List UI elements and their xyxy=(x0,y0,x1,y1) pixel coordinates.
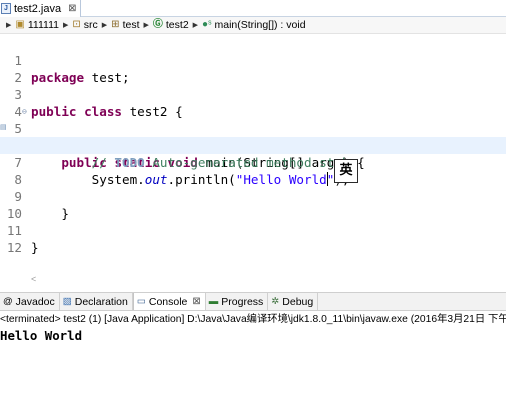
code-text: } xyxy=(31,240,39,255)
chevron-right-icon[interactable]: ▶ xyxy=(193,21,198,29)
debug-icon: ✲ xyxy=(271,296,280,307)
progress-icon: ▬ xyxy=(208,296,219,307)
tab-javadoc[interactable]: @ Javadoc xyxy=(0,293,60,310)
source-folder-icon: ⊡ xyxy=(72,19,81,30)
breadcrumb-item-method[interactable]: ●ˢ main(String[]) : void xyxy=(202,19,305,31)
code-line: 9 } xyxy=(0,171,506,221)
tab-label: Progress xyxy=(221,295,264,308)
ime-language-indicator[interactable]: 英 xyxy=(334,159,358,183)
code-line-current: 7 System.out.println("Hello World"); xyxy=(0,137,506,187)
code-line: 6 // TODO Auto-generated method stub xyxy=(0,120,506,170)
chevron-right-icon[interactable]: ▶ xyxy=(6,21,11,29)
chevron-right-icon[interactable]: ▶ xyxy=(63,21,68,29)
breadcrumb-item-src[interactable]: ⊡ src xyxy=(72,19,97,31)
code-editor[interactable]: ▤ 1 package test; 2 3 public class test2… xyxy=(0,34,506,272)
breadcrumb-label: test xyxy=(122,19,140,31)
tab-console[interactable]: ▭ Console ⊠ xyxy=(132,293,206,310)
breadcrumb-item-class[interactable]: Ⓖ test2 xyxy=(153,19,189,31)
declaration-icon: ▧ xyxy=(62,296,72,307)
tab-progress[interactable]: ▬ Progress xyxy=(206,293,269,310)
tab-label: Javadoc xyxy=(15,295,55,308)
editor-tab-bar: J test2.java ⊠ xyxy=(0,0,506,17)
editor-tab-test2[interactable]: J test2.java ⊠ xyxy=(0,0,82,17)
breadcrumb-item-project[interactable]: ▣ 111111 xyxy=(15,19,59,31)
scroll-left-icon[interactable]: < xyxy=(31,274,36,284)
views-tab-bar: @ Javadoc ▧ Declaration ▭ Console ⊠ ▬ Pr… xyxy=(0,292,506,311)
package-icon: ⊞ xyxy=(111,19,120,30)
console-process-header: <terminated> test2 (1) [Java Application… xyxy=(0,314,506,325)
code-line: 11 } xyxy=(0,205,506,255)
breadcrumb-item-package[interactable]: ⊞ test xyxy=(111,19,139,31)
java-file-icon: J xyxy=(1,3,11,14)
tab-label: Console xyxy=(148,295,188,308)
tab-debug[interactable]: ✲ Debug xyxy=(268,293,319,310)
horizontal-scrollbar[interactable]: < xyxy=(31,274,506,286)
project-icon: ▣ xyxy=(15,19,25,30)
console-icon: ▭ xyxy=(136,296,146,307)
line-number: 12 xyxy=(6,240,22,255)
fold-toggle-icon[interactable]: ⊖ xyxy=(22,103,27,120)
code-line: 12 xyxy=(0,222,506,255)
chevron-right-icon[interactable]: ▶ xyxy=(102,21,107,29)
class-icon: Ⓖ xyxy=(152,19,163,30)
close-icon[interactable]: ⊠ xyxy=(192,296,200,307)
code-line: 4 xyxy=(0,86,506,119)
editor-tab-label: test2.java xyxy=(14,2,62,15)
code-line: 5 ⊖ public static void main(String[] arg… xyxy=(0,103,506,170)
tab-label: Debug xyxy=(282,295,314,308)
code-line: 2 xyxy=(0,52,506,85)
javadoc-icon: @ xyxy=(3,296,13,307)
tab-declaration[interactable]: ▧ Declaration xyxy=(60,293,133,310)
code-line: 3 public class test2 { xyxy=(0,69,506,119)
method-icon: ●ˢ xyxy=(202,19,212,30)
breadcrumb-label: main(String[]) : void xyxy=(214,19,306,31)
chevron-right-icon[interactable]: ▶ xyxy=(144,21,149,29)
console-output[interactable]: Hello World xyxy=(0,327,506,345)
breadcrumb-label: test2 xyxy=(165,19,189,31)
code-line: 8 xyxy=(0,154,506,187)
tab-label: Declaration xyxy=(74,295,128,308)
breadcrumb-label: src xyxy=(83,19,98,31)
close-icon[interactable]: ⊠ xyxy=(68,3,76,14)
breadcrumb: ▶ ▣ 111111 ▶ ⊡ src ▶ ⊞ test ▶ Ⓖ test2 ▶ … xyxy=(0,17,506,34)
code-line: 1 package test; xyxy=(0,35,506,85)
breadcrumb-label: 111111 xyxy=(27,19,59,31)
code-line: 10 xyxy=(0,188,506,221)
